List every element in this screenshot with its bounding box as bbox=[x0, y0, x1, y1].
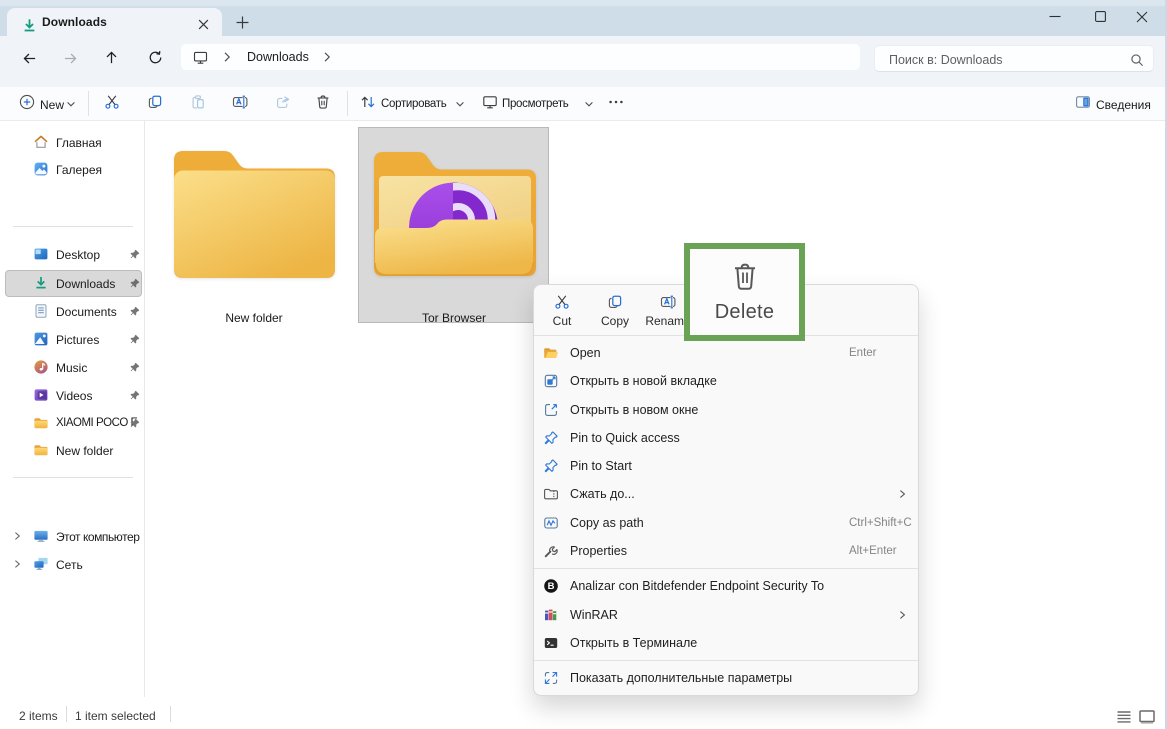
svg-text:B: B bbox=[548, 582, 555, 593]
